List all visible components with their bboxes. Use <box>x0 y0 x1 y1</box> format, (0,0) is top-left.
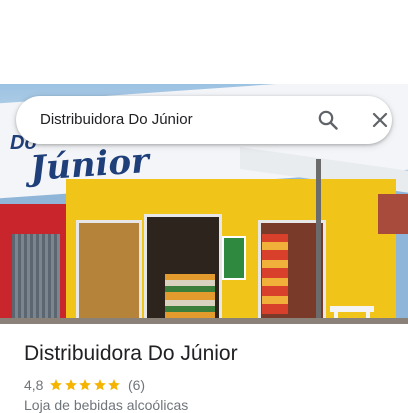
sidewalk <box>0 318 408 324</box>
shelf-goods <box>165 274 215 320</box>
star-icon <box>50 379 63 391</box>
search-bar[interactable]: Distribuidora Do Júnior <box>16 96 392 144</box>
search-icon[interactable] <box>316 108 340 132</box>
store-door-left <box>76 220 142 324</box>
place-title[interactable]: Distribuidora Do Júnior <box>24 342 238 366</box>
star-rating <box>49 378 122 392</box>
pole <box>316 159 321 324</box>
review-count[interactable]: (6) <box>128 377 145 393</box>
metal-shutter <box>12 234 60 324</box>
star-icon <box>94 379 106 391</box>
background-building <box>378 194 408 234</box>
rating-value: 4,8 <box>24 377 44 393</box>
shelf-goods-right <box>262 234 288 314</box>
close-icon[interactable] <box>368 108 392 132</box>
place-category: Loja de bebidas alcoólicas <box>24 397 189 413</box>
search-input[interactable]: Distribuidora Do Júnior <box>40 111 193 128</box>
top-blank-area <box>0 0 408 84</box>
rating-row[interactable]: 4,8 (6) <box>24 376 145 394</box>
star-icon <box>65 379 77 391</box>
star-icon <box>108 379 121 391</box>
poster <box>222 236 246 280</box>
star-icon <box>79 379 92 391</box>
